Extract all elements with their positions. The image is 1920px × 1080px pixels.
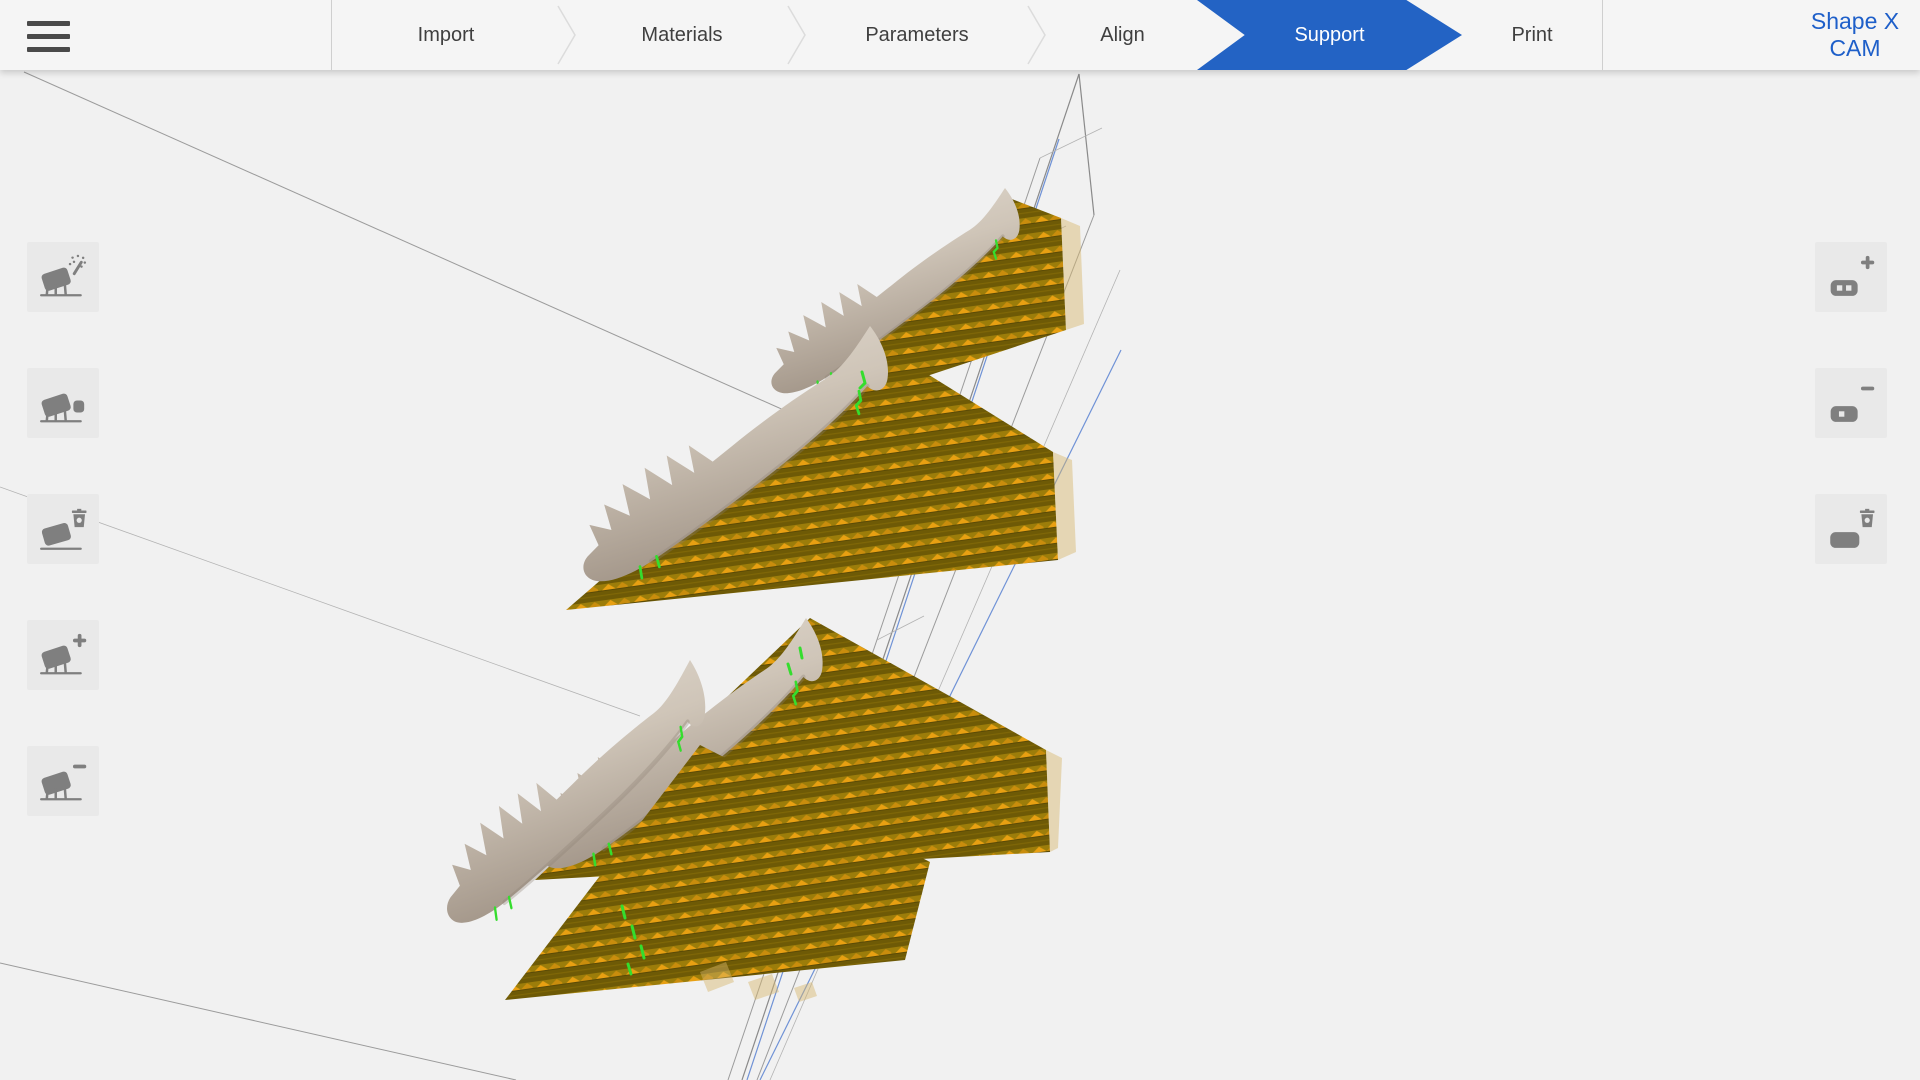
step-import[interactable]: Import — [336, 0, 556, 70]
platform-trash-icon — [36, 503, 90, 555]
remove-connector-bar-button[interactable] — [1815, 368, 1887, 438]
bar-plus-icon — [1824, 251, 1878, 303]
topbar-separator-right — [1602, 0, 1603, 70]
add-support-button[interactable] — [27, 620, 99, 690]
bar-minus-icon — [1824, 377, 1878, 429]
hamburger-menu-icon[interactable] — [27, 13, 71, 57]
workflow-bar: Import Materials Parameters Align Suppor… — [0, 0, 1920, 70]
add-connector-bar-button[interactable] — [1815, 242, 1887, 312]
chevron-right-icon — [556, 0, 578, 70]
viewport-3d[interactable] — [0, 70, 1920, 1080]
step-align[interactable]: Align — [1048, 0, 1197, 70]
platform-plus-icon — [36, 629, 90, 681]
delete-connector-bars-button[interactable] — [1815, 494, 1887, 564]
remove-support-button[interactable] — [27, 746, 99, 816]
chevron-right-icon — [786, 0, 808, 70]
step-parameters[interactable]: Parameters — [808, 0, 1026, 70]
platform-minus-icon — [36, 755, 90, 807]
platform-magic-wand-icon — [36, 251, 90, 303]
chevron-right-icon — [1026, 0, 1048, 70]
step-materials[interactable]: Materials — [578, 0, 786, 70]
app-window: Import Materials Parameters Align Suppor… — [0, 0, 1920, 1080]
step-support-active[interactable]: Support — [1197, 0, 1462, 70]
platform-single-part-icon — [36, 377, 90, 429]
app-logo: Shape X CAM — [1796, 8, 1914, 62]
generate-supports-selected-button[interactable] — [27, 368, 99, 438]
generate-supports-auto-button[interactable] — [27, 242, 99, 312]
bar-trash-icon — [1824, 503, 1878, 555]
delete-supports-button[interactable] — [27, 494, 99, 564]
topbar-separator-left — [331, 0, 332, 70]
step-print[interactable]: Print — [1462, 0, 1602, 70]
